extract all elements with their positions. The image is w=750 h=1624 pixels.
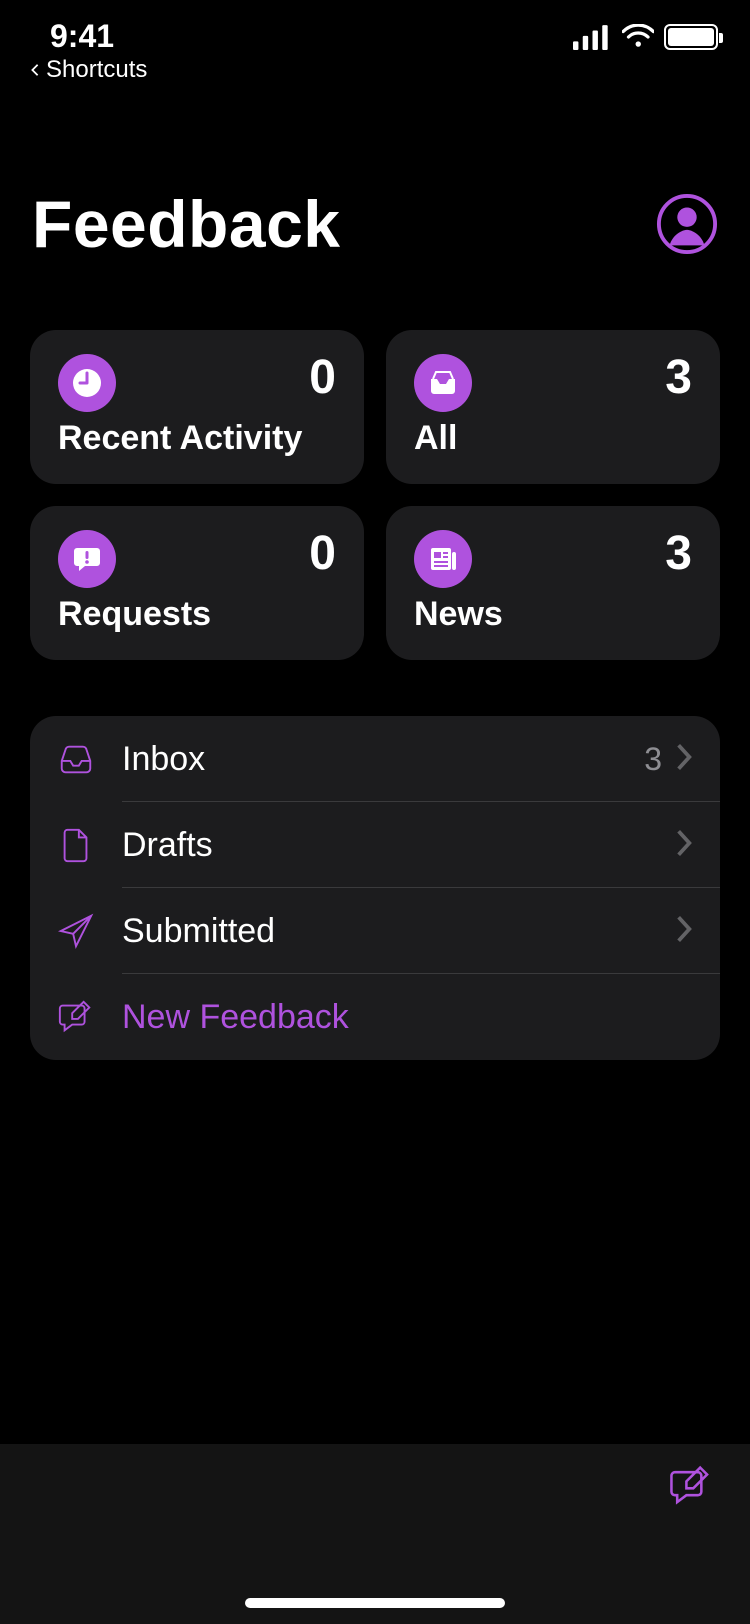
- card-recent-activity[interactable]: 0 Recent Activity: [30, 330, 364, 484]
- clock-icon: [58, 354, 116, 412]
- row-new-feedback[interactable]: New Feedback: [30, 974, 720, 1060]
- row-label: Submitted: [122, 912, 674, 951]
- back-to-app[interactable]: Shortcuts: [28, 56, 147, 84]
- battery-icon: [664, 24, 718, 50]
- compose-icon: [52, 998, 100, 1036]
- cellular-icon: [573, 24, 612, 50]
- card-all[interactable]: 3 All: [386, 330, 720, 484]
- tray-icon: [414, 354, 472, 412]
- summary-cards: 0 Recent Activity 3 All 0 Requests 3 New…: [0, 302, 750, 660]
- profile-icon: [656, 193, 718, 255]
- row-badge: 3: [644, 741, 662, 778]
- card-label: All: [414, 419, 692, 458]
- row-label: New Feedback: [122, 998, 694, 1037]
- compose-button[interactable]: [668, 1463, 714, 1514]
- page-title: Feedback: [32, 186, 340, 262]
- row-label: Drafts: [122, 826, 674, 865]
- card-requests[interactable]: 0 Requests: [30, 506, 364, 660]
- status-time: 9:41: [50, 18, 114, 55]
- bottom-toolbar: [0, 1444, 750, 1624]
- newspaper-icon: [414, 530, 472, 588]
- exclamation-bubble-icon: [58, 530, 116, 588]
- feedback-list: Inbox 3 Drafts Submitted New Feedback: [30, 716, 720, 1060]
- row-drafts[interactable]: Drafts: [30, 802, 720, 888]
- card-label: News: [414, 595, 692, 634]
- status-bar: 9:41 Shortcuts: [0, 0, 750, 96]
- compose-icon: [668, 1463, 714, 1509]
- status-indicators: [573, 24, 719, 50]
- card-count: 0: [309, 530, 336, 578]
- page-header: Feedback: [0, 96, 750, 302]
- wifi-icon: [622, 24, 655, 50]
- card-count: 3: [665, 354, 692, 402]
- chevron-right-icon: [674, 828, 694, 863]
- chevron-left-icon: [28, 63, 42, 77]
- document-icon: [52, 826, 100, 864]
- row-submitted[interactable]: Submitted: [30, 888, 720, 974]
- card-label: Recent Activity: [58, 419, 336, 458]
- home-indicator[interactable]: [245, 1598, 505, 1608]
- card-count: 0: [309, 354, 336, 402]
- back-app-label: Shortcuts: [46, 56, 147, 84]
- row-label: Inbox: [122, 740, 644, 779]
- row-inbox[interactable]: Inbox 3: [30, 716, 720, 802]
- chevron-right-icon: [674, 914, 694, 949]
- profile-button[interactable]: [656, 193, 718, 255]
- chevron-right-icon: [674, 742, 694, 777]
- paperplane-icon: [52, 912, 100, 950]
- card-count: 3: [665, 530, 692, 578]
- card-label: Requests: [58, 595, 336, 634]
- card-news[interactable]: 3 News: [386, 506, 720, 660]
- inbox-icon: [52, 740, 100, 778]
